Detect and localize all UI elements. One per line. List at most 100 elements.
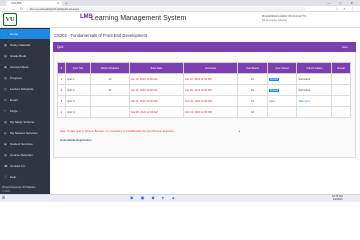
sidebar-item-my-study-scheme[interactable]: ▧ My Study Scheme (0, 117, 50, 127)
column-header: Submit Status (296, 62, 333, 74)
vu-logo[interactable]: VU (3, 13, 17, 26)
sidebar-item-contact-us[interactable]: ☎ Contact Us (0, 161, 50, 171)
cell-total-text: 10 (251, 77, 254, 81)
sidebar-item-label: Student Services (10, 142, 33, 146)
cell-num-text: 3 (60, 99, 63, 103)
cell-total: 10 (237, 84, 268, 96)
cell-status-text: Open (268, 99, 276, 103)
sidebar-item-course-selection[interactable]: ▨ Course Selection (0, 150, 50, 160)
cell-start-text: Jan 13, 2023 12:00 AM (130, 77, 158, 81)
cell-num: 4 (56, 106, 67, 118)
user-name[interactable]: MUHAMMAD AHMAD (BC210411771) (262, 15, 306, 18)
taskbar-clock: 10:35 AM 2/2/2023 (332, 195, 343, 201)
cell-start: Jan 13, 2023 12:00 AM (128, 73, 185, 85)
table-row: 3 Quiz 3 Jan 31, 2023 12:00 AM Feb 06, 2023… (56, 95, 351, 107)
table-row: 2 Quiz 2 10 Jan 24, 2023 12:00 AM Jan 29, 20… (56, 84, 351, 96)
browser-extension-note: Note: To take Quiz in Chrome Browser, it… (60, 130, 175, 133)
sidebar-item-label: Progress (10, 76, 23, 80)
column-header: Quiz Title (65, 62, 92, 74)
cell-num: 1 (56, 73, 67, 85)
cell-total-text: 10 (251, 99, 254, 103)
sidebar-item-faqs[interactable]: ? FAQs (0, 106, 50, 116)
lms-brand-icon: LMS (80, 14, 93, 20)
sidebar-item-account-book[interactable]: ▣ Account Book (0, 62, 50, 72)
cell-num-text: 2 (60, 88, 63, 92)
cell-end: Jan 29, 2023 11:59 PM (183, 84, 239, 96)
sidebar-item-label: Course Selection (10, 153, 33, 157)
cell-marks: 10 (90, 73, 130, 85)
cell-title-text: Quiz 1 (67, 77, 75, 81)
invite-mobile-registration-link[interactable]: Invite Mobile Registration (60, 139, 92, 142)
cell-end-text: Feb 13, 2023 11:59 PM (185, 110, 212, 114)
cell-status: Closed (266, 73, 298, 85)
cell-title-text: Quiz 3 (67, 99, 75, 103)
sidebar-item-email[interactable]: ✉ Email (0, 95, 50, 105)
cell-submit (296, 106, 333, 118)
sidebar-item-study-calendar[interactable]: ▦ Study Calendar (0, 40, 50, 50)
table-row: 1 Quiz 1 10 Jan 13, 2023 12:00 AM Jan 18, 20… (56, 73, 351, 85)
cell-title: Quiz 2 (65, 84, 92, 96)
cell-num-text: 4 (60, 110, 63, 114)
cell-title-text: Quiz 2 (67, 88, 75, 92)
sidebar-item-home[interactable]: ⌂ Home (0, 29, 50, 39)
table-row: 4 Quiz 4 Feb 08, 2023 12:00 AM Feb 13, 2023… (56, 106, 351, 118)
quiz-table: # Quiz Title Marks Obtained Start Date End D… (56, 62, 351, 118)
cell-status-text: Closed (268, 88, 279, 92)
sidebar-item-my-student-services[interactable]: ◈ My Student Services (0, 128, 50, 138)
cell-result (331, 73, 351, 85)
cell-marks-text: 10 (108, 77, 112, 81)
page-title: Learning Management System (91, 15, 187, 22)
cell-submit-text: Submitted (298, 88, 311, 92)
sidebar-item-lecture-schedule[interactable]: ◷ Lecture Schedule (0, 84, 50, 94)
taskbar-app-icons[interactable]: ◉ ▣ ◆ ● ▲ (130, 195, 178, 200)
cell-submit[interactable]: Take Quiz (296, 95, 333, 107)
sidebar-item-label: My Study Scheme (10, 120, 35, 124)
cell-submit-text: Submitted (298, 77, 311, 81)
table-header-row: # Quiz Title Marks Obtained Start Date End D… (56, 62, 351, 74)
cell-result (331, 95, 351, 107)
cell-marks-text: 10 (108, 88, 112, 92)
sidebar-item-label: Home (10, 32, 19, 36)
sidebar-item-help[interactable]: ⓘ Help (0, 172, 50, 182)
cell-end-text: Feb 06, 2023 11:59 PM (185, 99, 212, 103)
cell-end: Feb 13, 2023 11:59 PM (183, 106, 239, 118)
sidebar-footer-title: Virtual University Of Pakistan (2, 186, 36, 189)
sidebar-item-label: My Student Services (10, 131, 38, 135)
os-taskbar (0, 194, 360, 202)
cell-total: 10 (237, 106, 268, 118)
cell-end-text: Jan 18, 2023 11:59 PM (185, 77, 212, 81)
sidebar-item-progress[interactable]: ▥ Progress (0, 73, 50, 83)
sidebar-footer-copyright: © 2023 (2, 190, 10, 193)
column-header: Result (331, 62, 351, 74)
course-title: CS202 - Fundamentals of Front End Develo… (54, 33, 148, 38)
cell-num-text: 1 (60, 77, 63, 81)
sidebar-item-student-services[interactable]: ◉ Student Services (0, 139, 50, 149)
column-header: Start Date (128, 62, 185, 74)
clock-date: 2/2/2023 (332, 198, 343, 201)
cell-title: Quiz 1 (65, 73, 92, 85)
cell-start-text: Jan 31, 2023 12:00 AM (130, 99, 158, 103)
cell-total-text: 10 (251, 110, 254, 114)
cell-submit: Submitted (296, 73, 333, 85)
url-input[interactable]: lms.vu.edu.pk/QuizList/QuizList.aspx (26, 7, 306, 11)
column-header: End Date (183, 62, 239, 74)
cell-title: Quiz 4 (65, 106, 92, 118)
column-header: Quiz Status (266, 62, 298, 74)
cell-submit: Submitted (296, 84, 333, 96)
cell-status (266, 106, 298, 118)
cell-start: Jan 31, 2023 12:00 AM (128, 95, 185, 107)
cell-end-text: Jan 29, 2023 11:59 PM (185, 88, 212, 92)
cell-marks: 10 (90, 84, 130, 96)
cell-submit-text[interactable]: Take Quiz (298, 100, 310, 103)
cell-result (331, 84, 351, 96)
cell-total: 10 (237, 73, 268, 85)
sidebar-item-grade-book[interactable]: ▤ Grade Book (0, 51, 50, 61)
start-icon[interactable]: ⊞ (2, 195, 5, 200)
help-link[interactable]: Help (342, 44, 348, 50)
column-header: # (56, 62, 67, 74)
sidebar-item-label: Email (10, 98, 18, 102)
sidebar-item-label: Study Calendar (10, 43, 31, 47)
cell-end: Jan 18, 2023 11:59 PM (183, 73, 239, 85)
cell-start: Feb 08, 2023 12:00 AM (128, 106, 185, 118)
warning-icon: ▲ (238, 129, 241, 133)
